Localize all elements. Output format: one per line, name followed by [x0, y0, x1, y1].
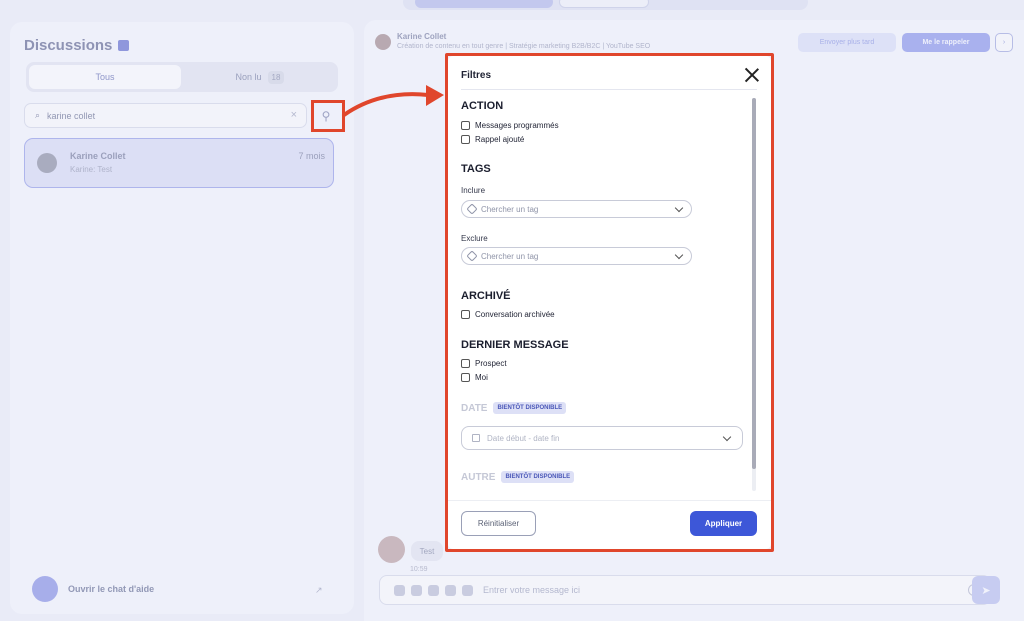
contact-name: Karine Collet [70, 151, 126, 161]
conversation-list-item[interactable]: Karine Collet Karine: Test 7 mois [24, 138, 334, 188]
avatar [37, 153, 57, 173]
section-title-last-message: DERNIER MESSAGE [461, 339, 569, 351]
chat-contact-subtitle: Création de contenu en tout genre | Stra… [397, 43, 651, 50]
send-later-label: Envoyer plus tard [819, 39, 875, 46]
checkbox-me[interactable]: Moi [461, 373, 488, 382]
tag-icon [466, 203, 478, 215]
message-bubble: Test [411, 541, 443, 561]
message-time: 10:59 [410, 566, 428, 573]
include-label: Inclure [461, 186, 486, 195]
avatar [375, 34, 391, 50]
apply-label: Appliquer [704, 519, 743, 528]
top-tab-secondary[interactable] [559, 0, 649, 8]
checkbox-label: Moi [475, 373, 488, 382]
message-text: Test [419, 546, 435, 556]
contact-preview: Karine: Test [70, 165, 113, 174]
reset-label: Réinitialiser [477, 519, 520, 528]
help-chat-button[interactable]: Ouvrir le chat d'aide [32, 576, 154, 602]
checkbox[interactable] [461, 373, 470, 382]
discussions-title-text: Discussions [24, 37, 113, 54]
chevron-down-icon [722, 432, 732, 442]
coming-soon-badge: BIENTÔT DISPONIBLE [493, 402, 567, 414]
microphone-icon[interactable] [428, 584, 439, 596]
section-title-action: ACTION [461, 100, 504, 112]
chevron-right-icon[interactable]: › [995, 33, 1013, 52]
exclude-label: Exclure [461, 234, 488, 243]
external-link-icon[interactable]: ↗ [315, 585, 323, 596]
chat-bubble-icon [32, 576, 58, 602]
divider [448, 500, 771, 501]
search-icon: ⌕ [35, 110, 41, 120]
avatar [378, 536, 405, 563]
chevron-down-icon [674, 250, 684, 260]
apply-button[interactable]: Appliquer [690, 511, 757, 536]
exclude-tag-select[interactable]: Chercher un tag [461, 247, 692, 265]
divider [461, 89, 757, 90]
checkbox-archived-conversation[interactable]: Conversation archivée [461, 310, 555, 319]
top-tab-strip [403, 0, 808, 10]
checkbox-label: Messages programmés [475, 121, 559, 130]
remind-me-label: Me le rappeler [922, 39, 970, 46]
section-title-tags: TAGS [461, 163, 491, 175]
send-button[interactable]: ➤ [972, 576, 1000, 604]
date-range-placeholder: Date début - date fin [487, 433, 560, 443]
edit-icon[interactable] [118, 40, 130, 51]
attachment-icon[interactable] [394, 584, 405, 596]
discussion-tabs: Tous Non lu 18 [26, 62, 338, 92]
composer-tools [394, 584, 473, 596]
section-title-archived: ARCHIVÉ [461, 290, 511, 302]
discussions-title: Discussions [24, 37, 130, 54]
unread-count-badge: 18 [267, 70, 285, 84]
chevron-down-icon [674, 203, 684, 213]
top-tab-active[interactable] [415, 0, 553, 8]
section-title-other: AUTRE BIENTÔT DISPONIBLE [461, 471, 575, 483]
checkbox-prospect[interactable]: Prospect [461, 359, 507, 368]
discussions-panel: Discussions Tous Non lu 18 ⌕ karine coll… [10, 22, 354, 614]
date-range-select[interactable]: Date début - date fin [461, 426, 743, 450]
search-value: karine collet [47, 110, 96, 121]
include-tag-select[interactable]: Chercher un tag [461, 200, 692, 218]
help-chat-label: Ouvrir le chat d'aide [68, 584, 155, 594]
exclude-tag-placeholder: Chercher un tag [481, 251, 539, 261]
date-title-text: DATE [461, 402, 488, 414]
tab-unread[interactable]: Non lu 18 [184, 65, 336, 89]
tag-icon [466, 250, 478, 262]
clear-icon[interactable]: × [291, 109, 297, 121]
send-icon: ➤ [981, 584, 991, 597]
checkbox-label: Conversation archivée [475, 310, 555, 319]
remind-me-button[interactable]: Me le rappeler [902, 33, 990, 52]
reset-button[interactable]: Réinitialiser [461, 511, 536, 536]
composer-placeholder: Entrer votre message ici [483, 585, 581, 595]
tab-all[interactable]: Tous [29, 65, 181, 89]
calendar-icon [472, 434, 480, 442]
section-title-date: DATE BIENTÔT DISPONIBLE [461, 402, 567, 414]
coming-soon-badge: BIENTÔT DISPONIBLE [501, 471, 575, 483]
tab-all-label: Tous [95, 72, 115, 82]
send-later-button[interactable]: Envoyer plus tard [798, 33, 896, 52]
filters-modal: Filtres ACTION Messages programmés Rappe… [448, 56, 771, 549]
image-icon[interactable] [411, 584, 422, 596]
paperclip-icon[interactable] [445, 584, 456, 596]
annotation-arrow-icon [342, 85, 444, 117]
checkbox-label: Prospect [475, 359, 507, 368]
checkbox[interactable] [461, 310, 470, 319]
message-composer[interactable]: Entrer votre message ici [379, 575, 991, 605]
checkbox[interactable] [461, 121, 470, 130]
other-title-text: AUTRE [461, 471, 496, 483]
checkbox-label: Rappel ajouté [475, 135, 525, 144]
checkbox[interactable] [461, 135, 470, 144]
tab-unread-label: Non lu [235, 72, 262, 82]
checkbox-scheduled-messages[interactable]: Messages programmés [461, 121, 559, 130]
scrollbar-thumb[interactable] [752, 98, 756, 469]
discussion-search-input[interactable]: ⌕ karine collet × [24, 103, 307, 128]
checkbox-reminder-added[interactable]: Rappel ajouté [461, 135, 524, 144]
contact-time: 7 mois [298, 151, 325, 161]
chat-contact-name: Karine Collet [397, 32, 447, 41]
include-tag-placeholder: Chercher un tag [481, 204, 539, 214]
checkbox[interactable] [461, 359, 470, 368]
gif-icon[interactable] [462, 584, 473, 596]
close-icon[interactable] [744, 67, 760, 83]
modal-title: Filtres [461, 70, 492, 81]
